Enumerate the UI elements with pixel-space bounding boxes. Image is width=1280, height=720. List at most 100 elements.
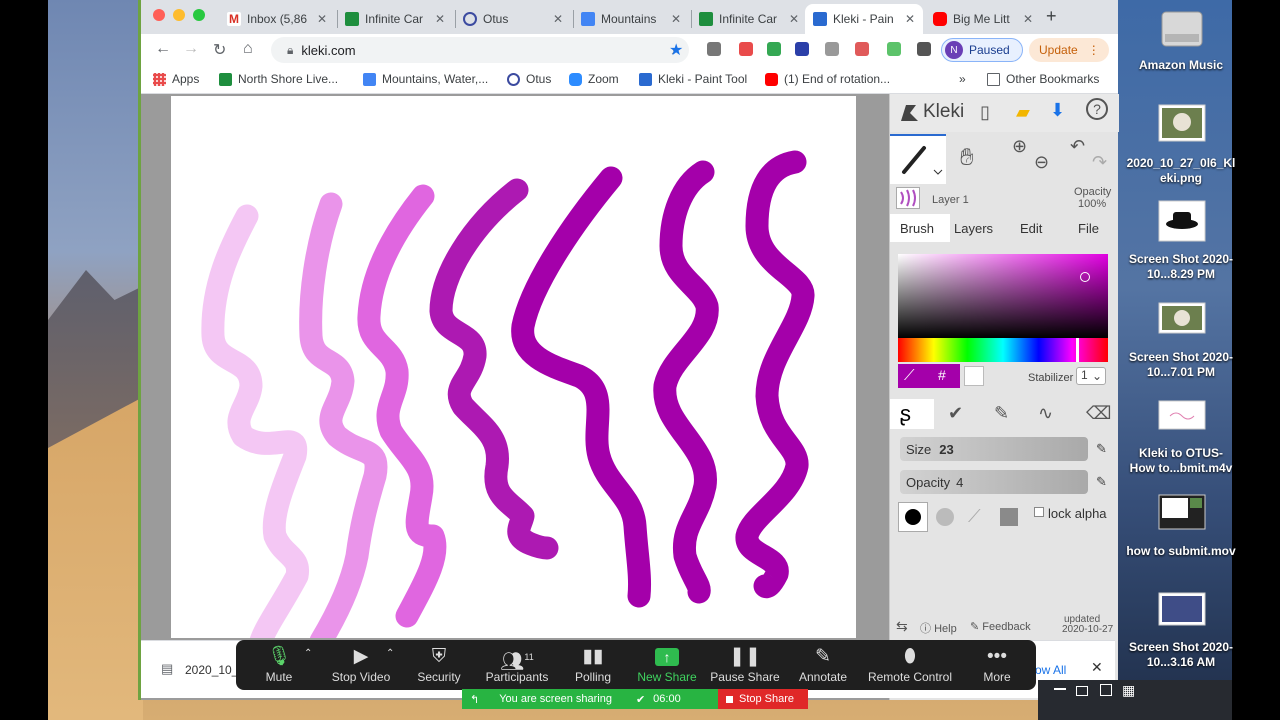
brush-tool-button[interactable] bbox=[890, 134, 946, 184]
chevron-up-icon[interactable]: ⌃ bbox=[304, 648, 312, 659]
restore-icon[interactable] bbox=[1076, 686, 1088, 696]
drawing-canvas[interactable] bbox=[171, 96, 856, 638]
tab-kleki[interactable]: Kleki - Pain ✕ bbox=[805, 4, 923, 34]
eyedropper-icon[interactable]: ⟋ bbox=[904, 367, 915, 384]
reload-icon[interactable]: ↻ bbox=[213, 40, 226, 60]
annotate-button[interactable]: ✎ Annotate bbox=[778, 644, 868, 684]
maximize-window-button[interactable] bbox=[193, 9, 205, 21]
brush-pen-button[interactable]: ʂ bbox=[890, 399, 934, 429]
color-picker-handle[interactable] bbox=[1080, 272, 1090, 282]
close-window-button[interactable] bbox=[153, 9, 165, 21]
extension-icon[interactable] bbox=[855, 42, 869, 56]
bookmark-youtube[interactable]: (1) End of rotation... bbox=[765, 72, 890, 86]
tab-file[interactable]: File bbox=[1078, 221, 1099, 236]
soft-tip-icon[interactable] bbox=[936, 508, 954, 526]
size-slider[interactable]: Size 23 bbox=[900, 437, 1088, 461]
bookmark-mountains[interactable]: Mountains, Water,... bbox=[363, 72, 488, 86]
bookmark-otus[interactable]: Otus bbox=[507, 72, 551, 86]
edit-size-icon[interactable]: ✎ bbox=[1096, 441, 1107, 457]
expand-icon[interactable] bbox=[1100, 684, 1112, 696]
bookmarks-overflow-button[interactable]: » bbox=[959, 72, 966, 86]
docs-icon bbox=[581, 12, 595, 26]
extension-icon[interactable] bbox=[707, 42, 721, 56]
new-share-button[interactable]: ↑ New Share bbox=[622, 644, 712, 684]
profile-button[interactable]: N Paused bbox=[941, 38, 1023, 62]
close-icon[interactable]: ✕ bbox=[789, 12, 799, 26]
tab-gmail[interactable]: M Inbox (5,86 ✕ bbox=[219, 4, 335, 34]
open-folder-icon[interactable]: ▰ bbox=[1016, 102, 1030, 123]
tab-mountains-doc[interactable]: Mountains ✕ bbox=[573, 4, 689, 34]
layer-preview-row[interactable]: Layer 1 Opacity 100% bbox=[890, 184, 1119, 214]
stabilizer-value: 1 bbox=[1081, 368, 1088, 382]
stop-share-button[interactable]: Stop Share bbox=[718, 689, 808, 709]
bookmark-zoom[interactable]: Zoom bbox=[569, 72, 619, 86]
eraser-icon[interactable]: ⌫ bbox=[1086, 403, 1111, 424]
edit-opacity-icon[interactable]: ✎ bbox=[1096, 474, 1107, 490]
blend-brush-icon[interactable]: ✔︎ bbox=[948, 403, 963, 424]
hand-icon[interactable]: ✋︎ bbox=[960, 144, 974, 172]
color-saturation-picker[interactable] bbox=[898, 254, 1108, 338]
forward-arrow-icon[interactable]: → bbox=[183, 40, 199, 58]
close-icon[interactable]: ✕ bbox=[553, 12, 563, 26]
tab-classroom-2[interactable]: Infinite Car ✕ bbox=[691, 4, 807, 34]
square-tip-icon[interactable] bbox=[1000, 508, 1018, 526]
redo-icon[interactable]: ↷ bbox=[1092, 152, 1107, 173]
help-link[interactable]: ⓘ Help bbox=[920, 620, 957, 636]
close-icon[interactable]: ✕ bbox=[435, 12, 445, 26]
close-icon[interactable]: ✕ bbox=[1023, 12, 1033, 26]
tab-layers[interactable]: Layers bbox=[954, 221, 993, 236]
download-filename[interactable]: 2020_10_ bbox=[185, 663, 238, 677]
other-bookmarks[interactable]: Other Bookmarks bbox=[987, 72, 1099, 86]
back-arrow-icon[interactable]: ← bbox=[155, 40, 171, 58]
close-icon[interactable]: ✕ bbox=[317, 12, 327, 26]
hex-input-button[interactable]: # bbox=[938, 367, 946, 383]
minimize-window-button[interactable] bbox=[173, 9, 185, 21]
zoom-out-icon[interactable]: ⊖ bbox=[1034, 152, 1049, 173]
tab-youtube[interactable]: Big Me Litt ✕ bbox=[925, 4, 1041, 34]
undo-icon[interactable]: ↶ bbox=[1070, 136, 1085, 157]
tab-classroom-1[interactable]: Infinite Car ✕ bbox=[337, 4, 453, 34]
stabilizer-select[interactable]: 1 ⌄ bbox=[1076, 367, 1106, 385]
minimize-icon[interactable] bbox=[1054, 688, 1066, 690]
tab-edit[interactable]: Edit bbox=[1020, 221, 1042, 236]
drive-extension-icon[interactable] bbox=[767, 42, 781, 56]
secondary-color-swatch[interactable] bbox=[964, 366, 984, 386]
opacity-slider[interactable]: Opacity 4 bbox=[900, 470, 1088, 494]
address-bar[interactable]: 🔒︎ kleki.com ⌕ bbox=[271, 37, 689, 63]
new-image-icon[interactable]: ▯ bbox=[980, 102, 990, 123]
zoom-in-icon[interactable]: ⊕ bbox=[1012, 136, 1027, 157]
bookmark-apps[interactable]: Apps bbox=[153, 72, 199, 86]
download-icon[interactable]: ⬇ bbox=[1050, 100, 1065, 121]
grid-icon[interactable]: ▦ bbox=[1122, 682, 1135, 699]
extension-icon[interactable] bbox=[739, 42, 753, 56]
extension-icon[interactable] bbox=[825, 42, 839, 56]
lock-alpha-checkbox[interactable] bbox=[1034, 507, 1044, 517]
bookmark-star-icon[interactable]: ★ bbox=[669, 40, 683, 60]
home-icon[interactable]: ⌂ bbox=[243, 40, 253, 58]
close-icon[interactable]: ✕ bbox=[1091, 659, 1103, 676]
tab-otus[interactable]: Otus ✕ bbox=[455, 4, 571, 34]
smooth-brush-icon[interactable]: ∿ bbox=[1038, 403, 1053, 424]
sketchy-brush-icon[interactable]: ✎ bbox=[994, 403, 1009, 424]
puzzle-icon[interactable] bbox=[917, 42, 931, 56]
hue-slider[interactable] bbox=[898, 338, 1108, 362]
close-icon[interactable]: ✕ bbox=[905, 12, 915, 26]
chalk-tip-icon[interactable]: ⟋ bbox=[968, 506, 981, 527]
pause-share-button[interactable]: ❚❚ Pause Share bbox=[700, 644, 790, 684]
update-button[interactable]: Update ⋮ bbox=[1029, 38, 1109, 62]
tip-round-button[interactable] bbox=[898, 502, 928, 532]
new-tab-button[interactable]: + bbox=[1046, 6, 1057, 27]
hue-slider-handle[interactable] bbox=[1076, 338, 1079, 362]
bookmark-north-shore[interactable]: North Shore Live... bbox=[219, 72, 338, 86]
swap-icon[interactable]: ⇆ bbox=[896, 618, 908, 635]
close-icon[interactable]: ✕ bbox=[671, 12, 681, 26]
security-button[interactable]: ⛨ Security bbox=[394, 644, 484, 684]
extension-icon[interactable] bbox=[887, 42, 901, 56]
bookmark-kleki[interactable]: Kleki - Paint Tool bbox=[639, 72, 747, 86]
feedback-link[interactable]: ✎ Feedback bbox=[970, 620, 1031, 633]
remote-control-button[interactable]: ⬮ Remote Control bbox=[862, 644, 958, 684]
more-button[interactable]: ••• More bbox=[952, 644, 1042, 684]
help-icon[interactable]: ? bbox=[1086, 98, 1108, 120]
extension-icon[interactable] bbox=[795, 42, 809, 56]
tab-brush[interactable]: Brush bbox=[900, 221, 934, 236]
